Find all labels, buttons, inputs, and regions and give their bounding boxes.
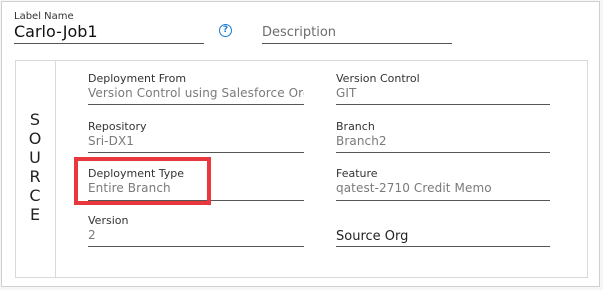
source-org-label: Source Org bbox=[336, 229, 409, 244]
source-section-title: S O U R C E bbox=[15, 110, 55, 224]
title-letter: C bbox=[29, 186, 41, 205]
deployment-from-label: Deployment From bbox=[88, 72, 187, 85]
repository-value[interactable]: Sri-DX1 bbox=[88, 134, 304, 148]
version-control-value[interactable]: GIT bbox=[336, 86, 550, 100]
version-control-underline bbox=[336, 104, 550, 105]
label-name-underline bbox=[14, 43, 204, 44]
repository-underline bbox=[88, 152, 304, 153]
title-letter: U bbox=[29, 148, 41, 167]
source-section-divider bbox=[55, 61, 56, 277]
title-letter: S bbox=[29, 110, 41, 129]
version-underline bbox=[88, 246, 304, 247]
branch-underline bbox=[336, 152, 550, 153]
feature-underline bbox=[336, 200, 550, 201]
label-name-caption: Label Name bbox=[14, 11, 74, 22]
highlight-box bbox=[74, 157, 211, 205]
branch-value[interactable]: Branch2 bbox=[336, 134, 550, 148]
description-underline bbox=[262, 43, 452, 44]
source-org-underline bbox=[336, 246, 550, 247]
feature-value[interactable]: qatest-2710 Credit Memo bbox=[336, 181, 550, 195]
help-icon[interactable]: ? bbox=[219, 24, 232, 37]
repository-label: Repository bbox=[88, 120, 147, 133]
feature-label: Feature bbox=[336, 167, 378, 180]
version-control-label: Version Control bbox=[336, 72, 420, 85]
version-label: Version bbox=[88, 214, 129, 227]
label-name-input[interactable]: Carlo-Job1 bbox=[14, 22, 98, 41]
title-letter: E bbox=[29, 205, 41, 224]
title-letter: R bbox=[29, 167, 41, 186]
title-letter: O bbox=[28, 129, 42, 148]
description-input[interactable]: Description bbox=[262, 25, 336, 40]
branch-label: Branch bbox=[336, 120, 375, 133]
deployment-from-value[interactable]: Version Control using Salesforce Org bbox=[88, 86, 304, 100]
deployment-from-underline bbox=[88, 104, 304, 105]
version-value[interactable]: 2 bbox=[88, 228, 304, 242]
